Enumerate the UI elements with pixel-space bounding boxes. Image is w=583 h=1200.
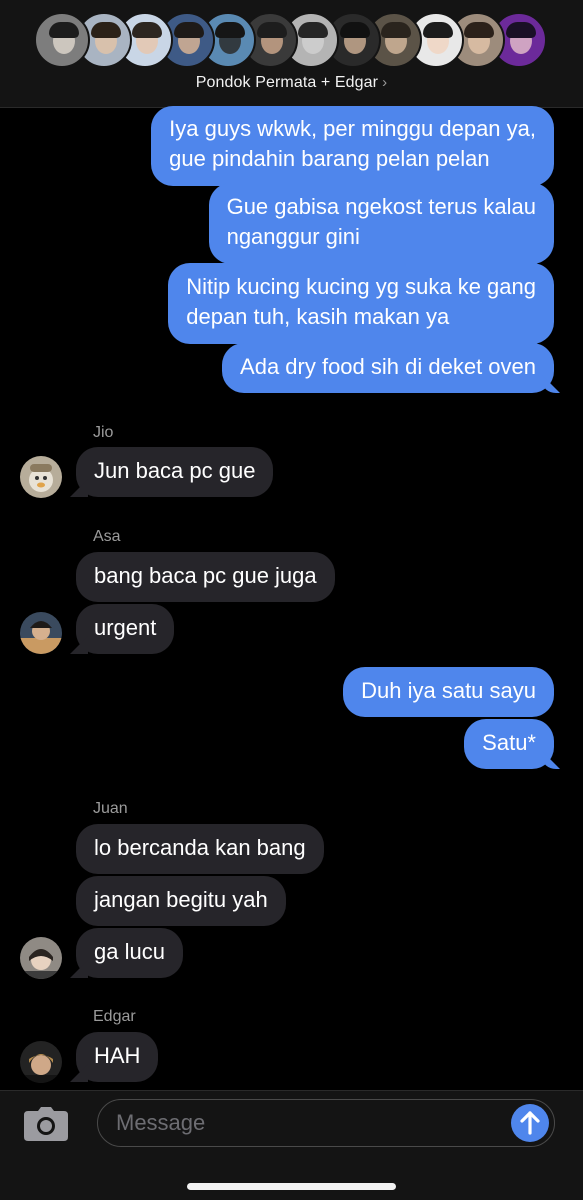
arrow-up-icon	[520, 1111, 540, 1135]
avatar-hair	[422, 22, 453, 38]
incoming-message[interactable]: bang baca pc gue juga	[76, 552, 335, 602]
avatar-hair	[298, 22, 328, 38]
home-indicator[interactable]	[187, 1183, 396, 1190]
outgoing-message[interactable]: Duh iya satu sayu	[343, 667, 554, 717]
send-button[interactable]	[511, 1104, 549, 1142]
outgoing-message[interactable]: Iya guys wkwk, per minggu depan ya, gue …	[151, 106, 554, 186]
group-avatars[interactable]	[34, 12, 550, 68]
message-field[interactable]	[97, 1099, 555, 1147]
message-input[interactable]	[116, 1108, 506, 1138]
camera-icon[interactable]	[24, 1107, 68, 1141]
incoming-message[interactable]: lo bercanda kan bang	[76, 824, 324, 874]
avatar-hair	[49, 22, 79, 38]
avatar[interactable]	[20, 937, 62, 979]
avatar-hair	[132, 22, 162, 38]
chevron-right-icon[interactable]: ›	[382, 74, 387, 91]
sender-name: Asa	[93, 528, 121, 545]
avatar-hair	[215, 22, 245, 38]
sender-name: Juan	[93, 800, 128, 817]
group-title[interactable]: Pondok Permata + Edgar ›	[0, 74, 583, 92]
avatar[interactable]	[20, 1041, 62, 1083]
outgoing-message[interactable]: Satu*	[464, 719, 554, 769]
avatar[interactable]	[20, 612, 62, 654]
avatar-hair	[381, 22, 411, 38]
sender-name: Edgar	[93, 1008, 136, 1025]
avatar-hair	[464, 22, 494, 38]
sender-name: Jio	[93, 424, 114, 441]
group-name[interactable]: Pondok Permata + Edgar	[196, 74, 378, 91]
conversation-header: Pondok Permata + Edgar ›	[0, 0, 583, 108]
avatar-hair	[90, 22, 121, 38]
avatar-hair	[339, 22, 370, 38]
incoming-message[interactable]: Jun baca pc gue	[76, 447, 274, 497]
incoming-message[interactable]: jangan begitu yah	[76, 876, 286, 926]
avatar-hair	[173, 22, 204, 38]
outgoing-message[interactable]: Nitip kucing kucing yg suka ke gang depa…	[168, 263, 554, 344]
group-member-avatar[interactable]	[34, 12, 90, 68]
avatar[interactable]	[20, 456, 62, 498]
outgoing-message[interactable]: Ada dry food sih di deket oven	[222, 343, 554, 393]
incoming-message[interactable]: urgent	[76, 604, 175, 654]
outgoing-message[interactable]: Gue gabisa ngekost terus kalau nganggur …	[208, 183, 554, 264]
incoming-message[interactable]: HAH	[76, 1032, 159, 1082]
incoming-message[interactable]: ga lucu	[76, 928, 183, 978]
avatar-hair	[505, 22, 536, 38]
avatar-hair	[256, 22, 287, 38]
